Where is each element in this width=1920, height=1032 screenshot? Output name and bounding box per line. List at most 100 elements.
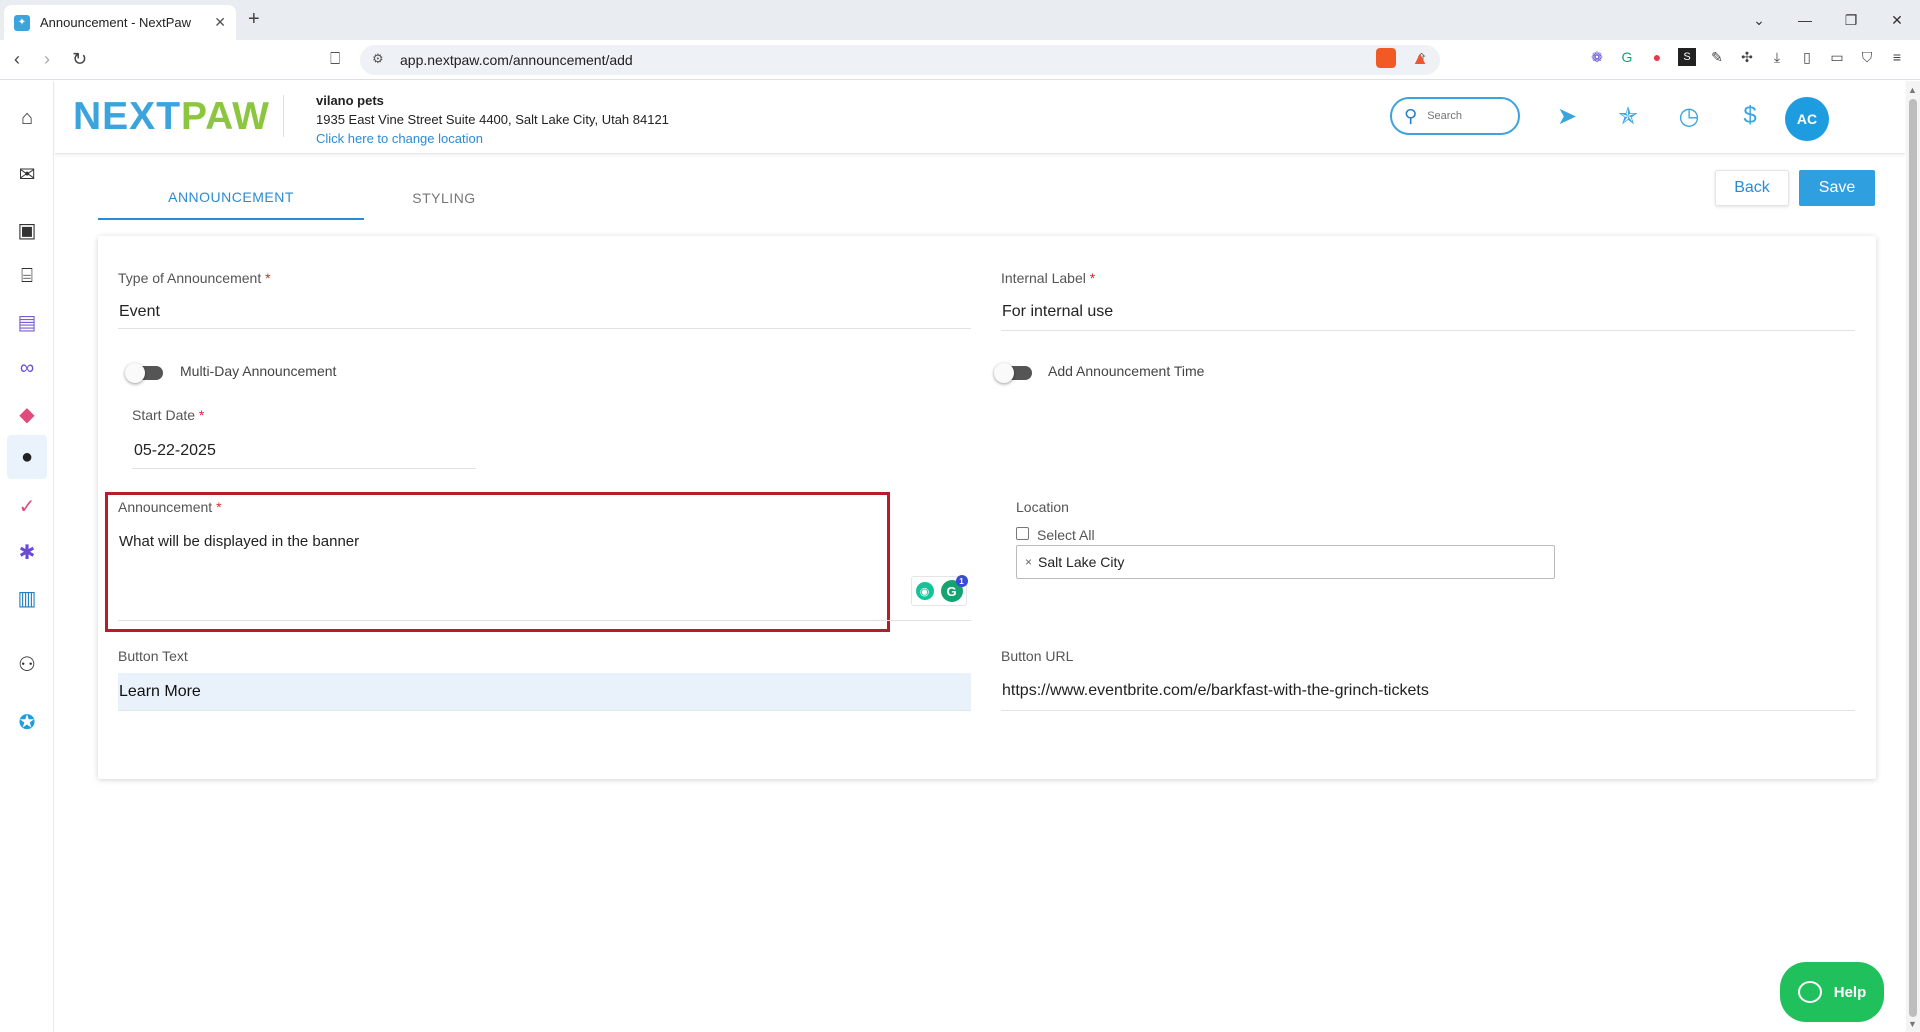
tab-styling[interactable]: STYLING	[364, 176, 524, 220]
grammarly-widget[interactable]: ◉ G1	[911, 575, 968, 606]
reports-chart-icon[interactable]: ▥	[12, 583, 42, 613]
billing-icon[interactable]: $	[1735, 101, 1765, 131]
internal-label-input[interactable]: For internal use	[1002, 303, 1113, 321]
forward-arrow-icon[interactable]: ›	[44, 49, 50, 70]
chat-bubble-icon	[1797, 981, 1822, 1003]
send-plane-icon[interactable]: ➤	[1552, 101, 1582, 131]
marketing-icon[interactable]: ◆	[12, 399, 42, 429]
nextpaw-favicon-icon: ✦	[14, 14, 30, 31]
start-date-input[interactable]: 05-22-2025	[134, 442, 216, 460]
clock-icon[interactable]: ◷	[1674, 101, 1704, 131]
announcement-label: Announcement *	[118, 499, 222, 515]
eyedropper-icon[interactable]: ✎	[1708, 48, 1726, 66]
home-icon[interactable]: ⌂	[12, 103, 42, 133]
page-scrollbar[interactable]: ▲ ▼	[1906, 81, 1920, 1032]
grammarly-bulb-icon[interactable]: ◉	[915, 582, 934, 600]
back-button[interactable]: Back	[1715, 170, 1789, 206]
grammarly-badge: 1	[955, 575, 968, 587]
app-sidebar: ⌂ ✉ ▣ ⌸ ▤ ∞ ◆ ● ✓ ✱ ▥ ⚇ ✪	[0, 81, 54, 1032]
browser-tab-title: Announcement - NextPaw	[40, 15, 192, 30]
button-url-label: Button URL	[1001, 648, 1074, 664]
announcement-textarea[interactable]: What will be displayed in the banner	[119, 533, 359, 550]
button-url-underline	[1001, 710, 1855, 711]
tab-announcement[interactable]: ANNOUNCEMENT	[98, 176, 364, 220]
extension-4-icon[interactable]: S	[1678, 48, 1696, 66]
logo-divider	[283, 95, 284, 137]
back-arrow-icon[interactable]: ‹	[14, 49, 20, 70]
window-close-icon[interactable]: ✕	[1874, 12, 1920, 29]
announcement-time-label: Add Announcement Time	[1048, 363, 1205, 379]
grammarly-logo-icon[interactable]: G1	[940, 575, 968, 602]
messages-icon[interactable]: ✉	[12, 159, 42, 189]
restore-icon[interactable]: ❐	[1828, 12, 1874, 29]
select-all-checkbox[interactable]	[1016, 527, 1029, 540]
awards-badge-icon[interactable]: ✪	[12, 707, 42, 737]
browser-toolbar: ‹ › ↻ ⎕ ⚙ app.nextpaw.com/announcement/a…	[0, 40, 1920, 80]
wallet-icon[interactable]: ▭	[1828, 48, 1846, 66]
user-avatar[interactable]: AC	[1785, 97, 1829, 141]
new-tab-button[interactable]: +	[248, 8, 260, 31]
bank-icon[interactable]: ⌸	[12, 261, 42, 291]
site-settings-icon[interactable]: ⚙	[372, 51, 384, 67]
gift-icon[interactable]: ✱	[12, 537, 42, 567]
scroll-up-icon[interactable]: ▲	[1908, 85, 1917, 95]
save-button[interactable]: Save	[1799, 170, 1875, 206]
scroll-thumb[interactable]	[1909, 99, 1917, 1017]
bookmark-icon[interactable]: ⎕	[330, 49, 340, 69]
start-date-label: Start Date *	[132, 407, 205, 423]
type-underline	[118, 328, 971, 329]
extensions-puzzle-icon[interactable]: ✣	[1738, 48, 1756, 66]
brave-rewards-icon[interactable]: ▲	[1410, 48, 1430, 68]
downloads-icon[interactable]: ⤓	[1768, 48, 1786, 66]
extension-1-icon[interactable]: ❁	[1588, 48, 1606, 66]
reviews-thumbs-icon[interactable]: ✯	[1613, 101, 1643, 131]
extensions-row: ❁ G ● S ✎ ✣ ⤓ ▯ ▭ ⛉ ≡	[1588, 48, 1906, 66]
remove-chip-icon[interactable]: ×	[1025, 555, 1032, 569]
internal-label-label: Internal Label *	[1001, 270, 1096, 286]
select-all-label: Select All	[1037, 527, 1095, 543]
close-tab-icon[interactable]: ✕	[214, 14, 226, 31]
start-date-underline	[132, 468, 476, 469]
business-address: 1935 East Vine Street Suite 4400, Salt L…	[316, 112, 669, 127]
app-header: NEXTPAW vilano pets 1935 East Vine Stree…	[55, 81, 1905, 154]
location-select[interactable]: × Salt Lake City	[1016, 545, 1555, 579]
tab-search-chevron-icon[interactable]: ⌄	[1736, 12, 1782, 29]
button-url-input[interactable]: https://www.eventbrite.com/e/barkfast-wi…	[1002, 682, 1429, 700]
button-text-input[interactable]: Learn More	[118, 673, 971, 711]
browser-tab[interactable]: ✦ Announcement - NextPaw ✕	[4, 5, 236, 40]
announcement-mic-icon[interactable]: ●	[12, 442, 42, 472]
register-icon[interactable]: ▣	[12, 215, 42, 245]
brave-shields-icon[interactable]	[1376, 48, 1396, 68]
change-location-link[interactable]: Click here to change location	[316, 131, 483, 146]
loyalty-icon[interactable]: ∞	[12, 353, 42, 383]
vpn-shield-icon[interactable]: ⛉	[1858, 48, 1876, 66]
type-of-announcement-value[interactable]: Event	[119, 303, 160, 321]
minimize-icon[interactable]: —	[1782, 12, 1828, 28]
location-chip-label: Salt Lake City	[1038, 554, 1125, 570]
announcement-highlight-box	[105, 492, 890, 632]
nextpaw-logo[interactable]: NEXTPAW	[73, 95, 270, 139]
multi-day-label: Multi-Day Announcement	[180, 363, 337, 379]
menu-icon[interactable]: ≡	[1888, 48, 1906, 66]
staff-icon[interactable]: ⚇	[12, 649, 42, 679]
browser-tab-bar: ✦ Announcement - NextPaw ✕ + ⌄ — ❐ ✕	[0, 0, 1920, 40]
cards-icon[interactable]: ▤	[12, 307, 42, 337]
header-search[interactable]: ⚲	[1390, 97, 1520, 135]
extension-3-icon[interactable]: ●	[1648, 48, 1666, 66]
scroll-down-icon[interactable]: ▼	[1908, 1019, 1917, 1029]
search-input[interactable]	[1427, 110, 1508, 122]
help-label: Help	[1833, 983, 1867, 1001]
search-icon: ⚲	[1404, 105, 1418, 126]
type-of-announcement-label: Type of Announcement *	[118, 270, 271, 286]
checklist-icon[interactable]: ✓	[12, 491, 42, 521]
sidepanel-icon[interactable]: ▯	[1798, 48, 1816, 66]
url-bar[interactable]: ⚙ app.nextpaw.com/announcement/add ⇪	[360, 45, 1440, 75]
location-label: Location	[1016, 499, 1069, 515]
url-text: app.nextpaw.com/announcement/add	[400, 52, 633, 68]
help-button[interactable]: Help	[1780, 962, 1884, 1022]
multi-day-toggle[interactable]	[125, 363, 163, 383]
internal-label-underline	[1001, 330, 1855, 331]
reload-icon[interactable]: ↻	[72, 49, 87, 70]
grammarly-extension-icon[interactable]: G	[1618, 48, 1636, 66]
announcement-time-toggle[interactable]	[994, 363, 1032, 383]
